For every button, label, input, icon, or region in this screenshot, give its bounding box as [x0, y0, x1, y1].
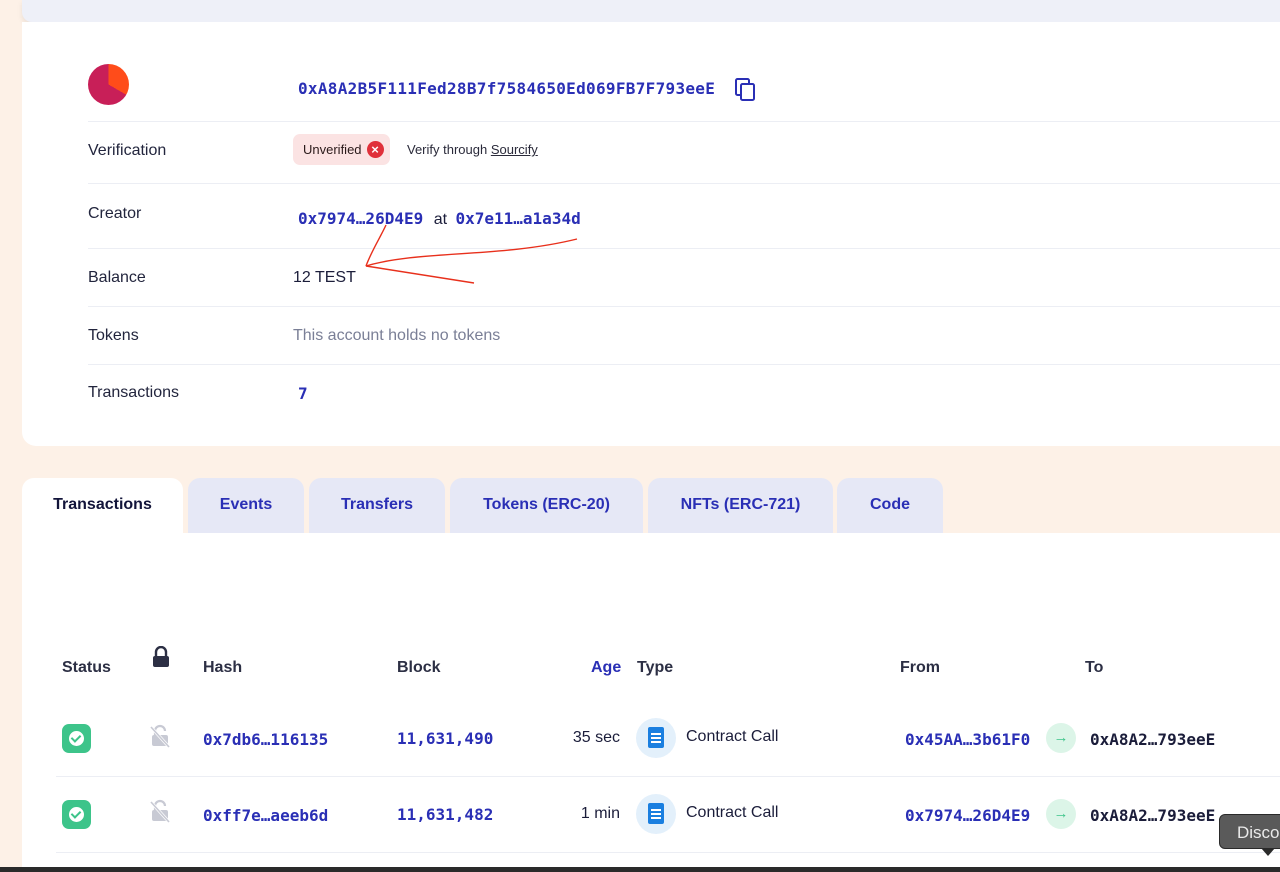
verification-label: Verification — [88, 142, 167, 159]
tokens-value: This account holds no tokens — [293, 327, 501, 344]
header-age[interactable]: Age — [591, 659, 621, 677]
tx-age: 1 min — [580, 805, 620, 822]
tx-type: Contract Call — [686, 728, 779, 745]
unlock-icon — [149, 799, 171, 823]
arrow-right-icon: → — [1046, 799, 1076, 829]
tab-code[interactable]: Code — [837, 478, 943, 533]
header-hash: Hash — [203, 659, 243, 676]
unverified-badge: Unverified × — [293, 134, 390, 165]
block-link[interactable]: 11,631,482 — [397, 805, 493, 824]
lock-icon — [153, 646, 169, 667]
tab-transactions[interactable]: Transactions — [22, 478, 183, 533]
arrow-right-icon: → — [1046, 723, 1076, 753]
header-status: Status — [62, 659, 111, 676]
success-check-icon — [62, 800, 91, 829]
window-bottom-edge — [0, 867, 1280, 872]
creator-value: 0x7974…26D4E9 at 0x7e11…a1a34d — [293, 209, 581, 229]
block-link[interactable]: 11,631,490 — [397, 729, 493, 748]
tx-age: 35 sec — [572, 729, 620, 746]
to-address: 0xA8A2…793eeE — [1090, 730, 1216, 749]
document-icon — [636, 718, 676, 758]
from-address-link[interactable]: 0x45AA…3b61F0 — [905, 730, 1030, 749]
balance-label: Balance — [88, 269, 146, 286]
tab-events[interactable]: Events — [188, 478, 304, 533]
tx-hash-link[interactable]: 0xff7e…aeeb6d — [203, 806, 328, 825]
table-row: 0xff7e…aeeb6d 11,631,482 1 min Contract … — [56, 776, 1280, 853]
balance-row: Balance 12 TEST — [88, 248, 1280, 307]
account-address: 0xA8A2B5F111Fed28B7f7584650Ed069FB7F793e… — [298, 79, 716, 98]
transactions-label: Transactions — [88, 384, 179, 401]
sourcify-link[interactable]: Sourcify — [491, 142, 538, 157]
to-address: 0xA8A2…793eeE — [1090, 806, 1216, 825]
tooltip: Disco — [1219, 814, 1280, 856]
verify-prefix: Verify through — [407, 142, 488, 157]
header-type: Type — [637, 659, 674, 676]
unlock-icon — [149, 724, 171, 748]
tx-type: Contract Call — [686, 804, 779, 821]
table-row: 0x7db6…116135 11,631,490 35 sec Contract… — [56, 700, 1280, 777]
creator-at-text: at — [433, 211, 448, 228]
verification-row: Verification Unverified × Verify through… — [88, 121, 1280, 184]
document-icon — [636, 794, 676, 834]
success-check-icon — [62, 724, 91, 753]
creator-label: Creator — [88, 205, 142, 222]
creation-tx-link[interactable]: 0x7e11…a1a34d — [455, 209, 580, 228]
account-avatar — [88, 64, 129, 105]
tokens-row: Tokens This account holds no tokens — [88, 306, 1280, 365]
header-from: From — [900, 659, 940, 676]
transactions-count-link[interactable]: 7 — [298, 384, 308, 403]
account-details-card: 0xA8A2B5F111Fed28B7f7584650Ed069FB7F793e… — [22, 22, 1280, 446]
header-to: To — [1085, 659, 1104, 676]
error-x-icon: × — [366, 141, 384, 158]
from-address-link[interactable]: 0x7974…26D4E9 — [905, 806, 1030, 825]
header-block: Block — [397, 659, 441, 676]
copy-icon[interactable] — [734, 78, 756, 102]
tokens-label: Tokens — [88, 327, 139, 344]
tab-transfers[interactable]: Transfers — [309, 478, 445, 533]
tx-hash-link[interactable]: 0x7db6…116135 — [203, 730, 328, 749]
creator-address-link[interactable]: 0x7974…26D4E9 — [298, 209, 423, 228]
verify-through-text: Verify through Sourcify — [407, 142, 538, 157]
tab-nfts-erc721[interactable]: NFTs (ERC-721) — [648, 478, 833, 533]
transactions-panel: Status Hash Block Age Type From To 0x7db… — [22, 533, 1280, 872]
balance-value: 12 TEST — [293, 269, 356, 286]
top-header-bar — [22, 0, 1280, 22]
creator-row: Creator 0x7974…26D4E9 at 0x7e11…a1a34d — [88, 183, 1280, 249]
unverified-badge-text: Unverified — [303, 142, 362, 157]
transactions-row: Transactions 7 — [88, 364, 1280, 425]
tab-tokens-erc20[interactable]: Tokens (ERC-20) — [450, 478, 643, 533]
